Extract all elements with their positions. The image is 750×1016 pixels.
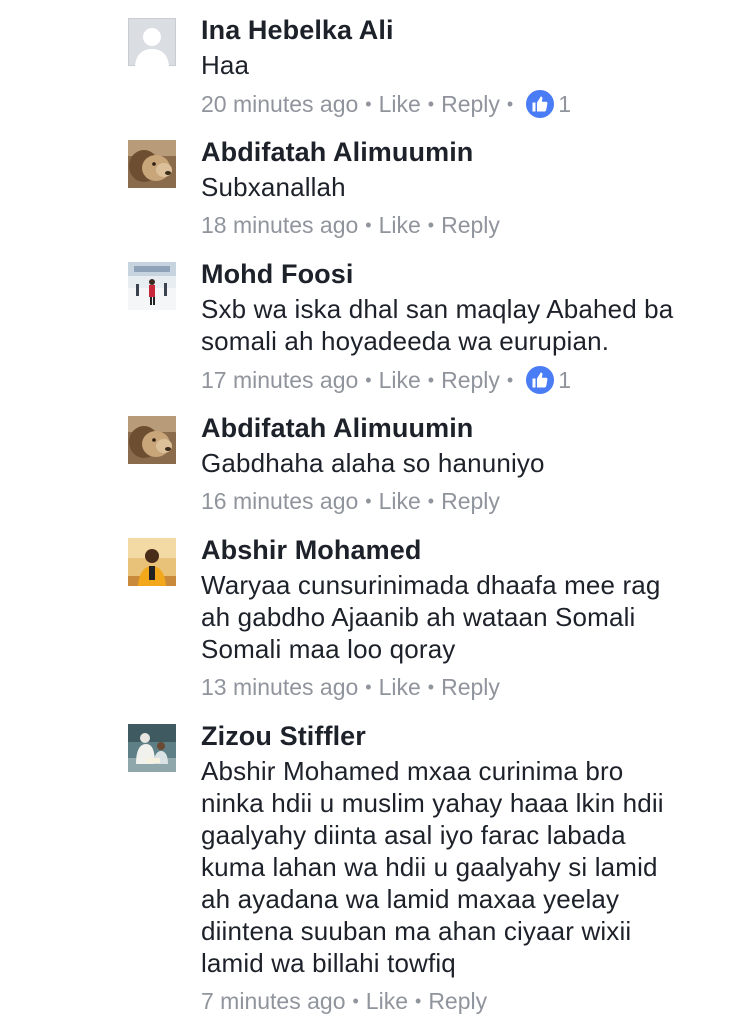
- comment-text-line: kuma lahan wa hdii u gaalyahy si lamid: [201, 852, 658, 882]
- reaction-summary[interactable]: 1: [524, 88, 571, 120]
- separator-dot: •: [427, 94, 435, 114]
- reaction-count: 1: [558, 91, 572, 117]
- snow-street-photo-icon: [128, 262, 176, 310]
- comment-text-line: Subxanallah: [201, 172, 346, 202]
- comment-author[interactable]: Mohd Foosi: [201, 258, 730, 290]
- comment-timestamp[interactable]: 20 minutes ago: [201, 89, 358, 119]
- reading-photo-icon: [128, 724, 176, 772]
- comment-author[interactable]: Abshir Mohamed: [201, 534, 730, 566]
- comment-text: Gabdhaha alaha so hanuniyo: [201, 447, 730, 479]
- default-profile-icon: [128, 18, 176, 66]
- avatar[interactable]: [128, 262, 176, 310]
- reply-link[interactable]: Reply: [441, 210, 500, 240]
- separator-dot: •: [427, 215, 435, 235]
- like-link[interactable]: Like: [379, 672, 421, 702]
- separator-dot: •: [365, 491, 372, 511]
- comment-timestamp[interactable]: 18 minutes ago: [201, 210, 358, 240]
- comment-timestamp[interactable]: 7 minutes ago: [201, 986, 345, 1016]
- reply-link[interactable]: Reply: [441, 365, 500, 395]
- separator-dot: •: [365, 215, 372, 235]
- comment-text-line: gaalyahy diinta asal iyo farac labada: [201, 820, 626, 850]
- comment-meta: 17 minutes ago • Like • Reply • 1: [201, 364, 730, 396]
- like-link[interactable]: Like: [379, 365, 421, 395]
- comment-meta: 7 minutes ago • Like • Reply: [201, 986, 730, 1016]
- lion-photo-icon: [128, 140, 176, 188]
- reply-link[interactable]: Reply: [441, 486, 500, 516]
- separator-dot: •: [365, 677, 372, 697]
- comment-text-line: Sxb wa iska dhal san maqlay Abahed ba: [201, 294, 674, 324]
- comment-text: Subxanallah: [201, 171, 730, 203]
- like-link[interactable]: Like: [379, 210, 421, 240]
- reaction-count: 1: [558, 367, 572, 393]
- thumbs-up-icon: [524, 88, 557, 120]
- comment-text-line: ah gabdho Ajaanib ah wataan Somali: [201, 602, 636, 632]
- separator-dot: •: [427, 677, 435, 697]
- comment-text: Sxb wa iska dhal san maqlay Abahed ba so…: [201, 293, 730, 357]
- comment-text-line: Haa: [201, 50, 250, 80]
- lion-photo-icon: [128, 416, 176, 464]
- reaction-summary[interactable]: 1: [524, 364, 571, 396]
- comment-author[interactable]: Abdifatah Alimuumin: [201, 136, 730, 168]
- comment-text-line: ah ayadana wa lamid maxaa yeelay: [201, 884, 620, 914]
- avatar[interactable]: [128, 140, 176, 188]
- comment-text: Waryaa cunsurinimada dhaafa mee rag ah g…: [201, 569, 730, 665]
- reply-link[interactable]: Reply: [428, 986, 487, 1016]
- comment-text-line: lamid wa billahi towfiq: [201, 948, 456, 978]
- comment-text-line: Waryaa cunsurinimada dhaafa mee rag: [201, 570, 661, 600]
- comment-text-line: ninka hdii u muslim yahay haaa lkin hdii: [201, 788, 664, 818]
- like-link[interactable]: Like: [379, 89, 421, 119]
- comment-meta: 18 minutes ago • Like • Reply: [201, 210, 730, 240]
- separator-dot: •: [427, 491, 435, 511]
- avatar[interactable]: [128, 538, 176, 586]
- comment-meta: 20 minutes ago • Like • Reply • 1: [201, 88, 730, 120]
- comment-text: Haa: [201, 49, 730, 81]
- reply-link[interactable]: Reply: [441, 89, 500, 119]
- separator-dot: •: [365, 370, 372, 390]
- reply-link[interactable]: Reply: [441, 672, 500, 702]
- like-link[interactable]: Like: [366, 986, 408, 1016]
- comment-timestamp[interactable]: 13 minutes ago: [201, 672, 358, 702]
- comment-author[interactable]: Zizou Stiffler: [201, 720, 730, 752]
- separator-dot: •: [352, 991, 359, 1011]
- portrait-photo-icon: [128, 538, 176, 586]
- separator-dot: •: [506, 370, 514, 390]
- avatar[interactable]: [128, 724, 176, 772]
- like-link[interactable]: Like: [379, 486, 421, 516]
- comment-timestamp[interactable]: 16 minutes ago: [201, 486, 358, 516]
- comment-meta: 13 minutes ago • Like • Reply: [201, 672, 730, 702]
- avatar[interactable]: [128, 18, 176, 66]
- thumbs-up-icon: [524, 364, 557, 396]
- comment-text: Abshir Mohamed mxaa curinima bro ninka h…: [201, 755, 730, 979]
- comment-text-line: Somali maa loo qoray: [201, 634, 456, 664]
- avatar[interactable]: [128, 416, 176, 464]
- comment-text-line: Gabdhaha alaha so hanuniyo: [201, 448, 545, 478]
- separator-dot: •: [415, 991, 422, 1011]
- comment-timestamp[interactable]: 17 minutes ago: [201, 365, 358, 395]
- comment-author[interactable]: Ina Hebelka Ali: [201, 14, 730, 46]
- comment-text-line: somali ah hoyadeeda wa eurupian.: [201, 326, 610, 356]
- separator-dot: •: [365, 94, 372, 114]
- separator-dot: •: [427, 370, 435, 390]
- comment-author[interactable]: Abdifatah Alimuumin: [201, 412, 730, 444]
- comment-text-line: diintena suuban ma ahan ciyaar wixii: [201, 916, 632, 946]
- comment-meta: 16 minutes ago • Like • Reply: [201, 486, 730, 516]
- separator-dot: •: [506, 94, 514, 114]
- comment-text-line: Abshir Mohamed mxaa curinima bro: [201, 756, 624, 786]
